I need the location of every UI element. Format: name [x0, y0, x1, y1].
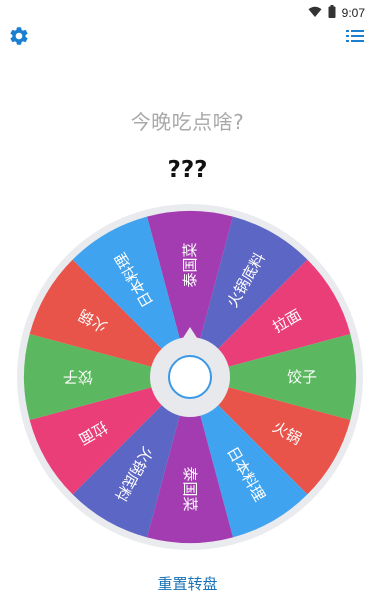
- spin-wheel[interactable]: 泰国菜 火锅底料 拉面 饺子 火锅 日本料理 泰国菜 火锅底料 拉面 饺子 火锅 日本料理: [17, 204, 363, 550]
- reset-wheel-button[interactable]: 重置转盘: [0, 573, 375, 594]
- wheel-graphic: 泰国菜 火锅底料拉面饺子火锅日本料理泰国菜火锅底料拉面饺子火锅日本料理: [17, 204, 363, 550]
- status-time: 9:07: [341, 5, 365, 20]
- battery-icon: [328, 3, 336, 22]
- wheel-segment-label: 饺子: [63, 368, 93, 386]
- spin-button[interactable]: [168, 355, 212, 399]
- list-icon: [345, 28, 365, 48]
- wheel-segment-label: 泰国菜: [181, 466, 199, 511]
- list-button[interactable]: [343, 26, 367, 50]
- wheel-segment-label: 饺子: [287, 368, 317, 386]
- gear-icon: [8, 25, 30, 51]
- wheel-segment-label: 泰国菜: [181, 242, 199, 287]
- question-text: 今晚吃点啥?: [130, 110, 245, 134]
- status-icons: 9:07: [308, 3, 365, 22]
- wifi-icon: [308, 3, 322, 22]
- result-text: ???: [167, 157, 208, 183]
- status-bar: 9:07: [0, 0, 375, 24]
- settings-button[interactable]: [7, 26, 31, 50]
